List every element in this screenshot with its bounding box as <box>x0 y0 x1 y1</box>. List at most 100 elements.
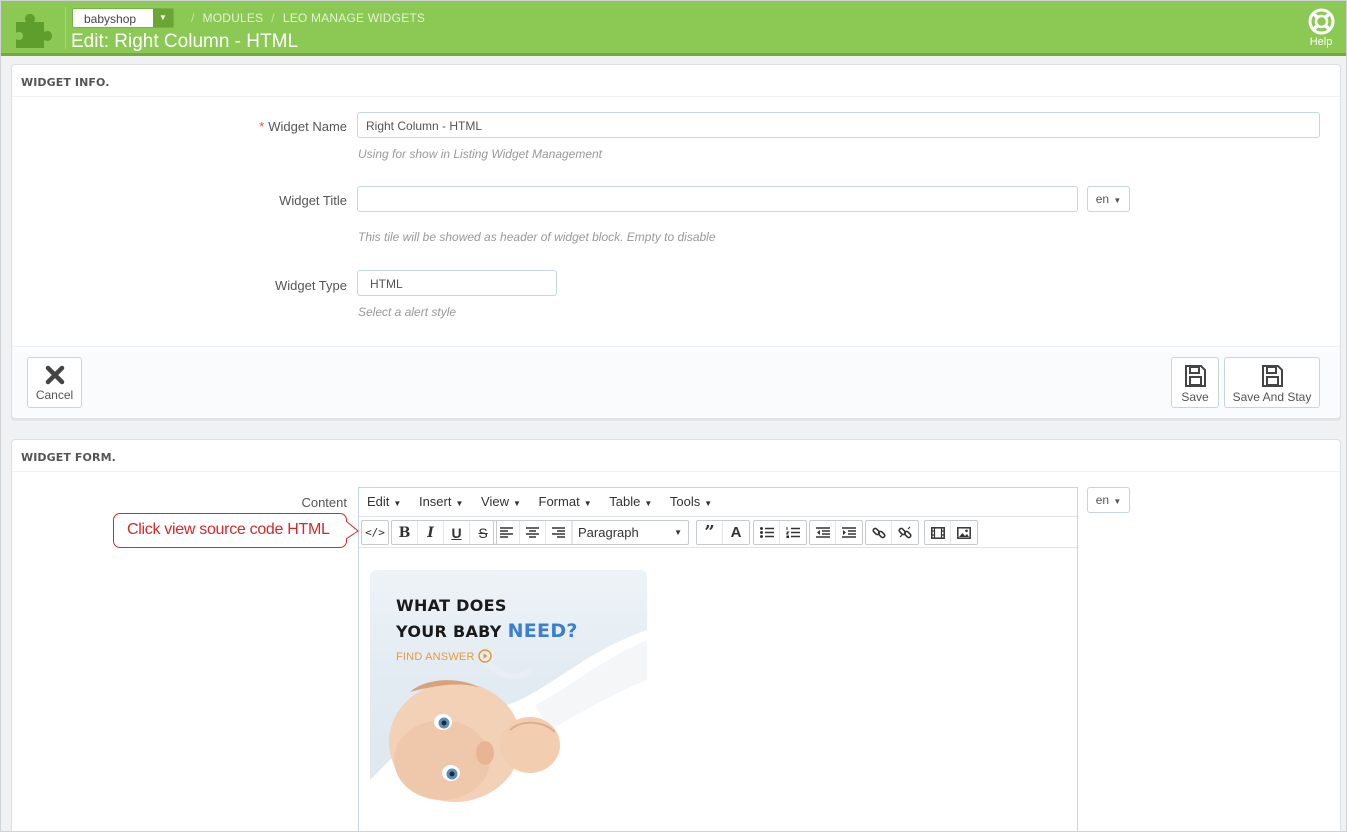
caret-down-icon: ▼ <box>704 499 713 508</box>
save-and-stay-button[interactable]: Save And Stay <box>1224 357 1320 408</box>
align-left-button[interactable] <box>494 521 520 544</box>
insert-video-button[interactable] <box>925 521 951 544</box>
text-style-group: B I U S <box>391 520 497 545</box>
content-language-value: en <box>1095 493 1110 507</box>
film-icon <box>930 526 945 539</box>
bold-icon: B <box>398 524 411 541</box>
format-select[interactable]: Paragraph ▼ <box>572 521 688 544</box>
menu-insert-label: Insert <box>418 494 452 509</box>
menu-table[interactable]: Table ▼ <box>609 488 652 518</box>
widget-info-heading: WIDGET INFO. <box>12 65 1340 97</box>
widget-type-field[interactable]: HTML <box>357 270 557 296</box>
shop-selector[interactable]: babyshop ▼ <box>72 8 174 28</box>
numbered-list-button[interactable] <box>780 521 806 544</box>
underline-button[interactable]: U <box>444 521 470 544</box>
lifebuoy-icon <box>1308 8 1334 35</box>
underline-icon: U <box>451 524 462 541</box>
banner-line-2-text: YOUR BABY <box>396 622 502 641</box>
header-divider <box>65 7 66 49</box>
breadcrumb: / MODULES / LEO MANAGE WIDGETS <box>183 11 425 25</box>
widget-name-label-text: Widget Name <box>268 119 347 134</box>
breadcrumb-leo-widgets[interactable]: LEO MANAGE WIDGETS <box>283 11 425 25</box>
save-button[interactable]: Save <box>1171 357 1219 408</box>
menu-tools[interactable]: Tools ▼ <box>670 488 712 518</box>
media-group <box>924 520 978 545</box>
widget-form-panel: WIDGET FORM. Content en ▼ Edit ▼ Insert ▼ … <box>11 439 1341 832</box>
menu-format-label: Format <box>538 494 580 509</box>
widget-title-help: This tile will be showed as header of wi… <box>358 230 716 244</box>
banner-link-text: FIND ANSWER <box>396 651 475 663</box>
remove-link-button[interactable] <box>892 521 918 544</box>
widget-name-input[interactable]: Right Column - HTML <box>357 112 1320 138</box>
close-icon <box>45 365 64 385</box>
banner-line-2: YOUR BABY NEED? <box>396 620 578 642</box>
widget-title-language-value: en <box>1095 192 1110 206</box>
align-right-button[interactable] <box>546 521 572 544</box>
widget-info-footer: Cancel Save Save And Stay <box>12 346 1340 418</box>
align-right-icon <box>552 527 565 538</box>
outdent-button[interactable] <box>810 521 836 544</box>
link-group <box>865 520 919 545</box>
floppy-disk-icon <box>1262 365 1283 387</box>
bold-button[interactable]: B <box>392 521 418 544</box>
numbered-list-icon <box>786 527 800 538</box>
breadcrumb-modules[interactable]: MODULES <box>203 11 264 25</box>
page-title: Edit: Right Column - HTML <box>71 31 299 52</box>
cancel-label: Cancel <box>35 388 74 402</box>
code-icon: </> <box>365 526 385 539</box>
menu-view[interactable]: View ▼ <box>481 488 521 518</box>
menu-edit-label: Edit <box>367 494 390 509</box>
required-asterisk: * <box>259 119 265 134</box>
strikethrough-icon: S <box>478 524 488 541</box>
insert-link-button[interactable] <box>866 521 892 544</box>
image-icon <box>957 526 971 539</box>
banner-highlight: NEED? <box>507 620 578 642</box>
align-center-button[interactable] <box>520 521 546 544</box>
widget-type-help: Select a alert style <box>358 305 457 319</box>
widget-title-language-button[interactable]: en ▼ <box>1087 186 1130 212</box>
top-header: babyshop ▼ / MODULES / LEO MANAGE WIDGETS E… <box>0 0 1347 56</box>
text-color-button[interactable]: A <box>723 521 749 544</box>
bullet-list-icon <box>759 527 774 538</box>
format-select-value: Paragraph <box>578 525 639 540</box>
banner-link[interactable]: FIND ANSWER <box>396 649 492 663</box>
menu-edit[interactable]: Edit ▼ <box>367 488 401 518</box>
italic-button[interactable]: I <box>418 521 444 544</box>
widget-name-label: * Widget Name <box>112 119 347 134</box>
puzzle-module-icon <box>16 14 52 48</box>
baby-banner-image[interactable]: WHAT DOES YOUR BABY NEED? FIND ANSWER <box>370 570 647 821</box>
menu-insert[interactable]: Insert ▼ <box>419 488 463 518</box>
banner-line-1: WHAT DOES <box>396 596 507 615</box>
widget-info-panel: WIDGET INFO. * Widget Name Right Column -… <box>11 64 1341 419</box>
caret-down-icon: ▼ <box>455 499 464 508</box>
blockquote-button[interactable]: ” <box>697 521 723 544</box>
list-group <box>753 520 807 545</box>
quote-group: ” A <box>696 520 750 545</box>
quote-icon: ” <box>704 522 715 543</box>
link-icon <box>871 527 886 538</box>
menu-view-label: View <box>481 494 509 509</box>
text-color-icon: A <box>730 524 742 541</box>
widget-name-help: Using for show in Listing Widget Managem… <box>358 147 603 161</box>
help-button[interactable]: Help <box>1306 8 1336 48</box>
align-left-icon <box>500 527 513 538</box>
widget-title-label: Widget Title <box>279 193 347 208</box>
cancel-button[interactable]: Cancel <box>27 357 82 408</box>
editor-menubar: Edit ▼ Insert ▼ View ▼ Format ▼ Table ▼ Tools… <box>359 488 1077 517</box>
bullet-list-button[interactable] <box>754 521 780 544</box>
caret-down-icon: ▼ <box>583 499 592 508</box>
editor-toolbar: </> B I U S Paragraph ▼ ” A <box>359 517 1077 548</box>
menu-table-label: Table <box>609 494 641 509</box>
indent-group <box>809 520 863 545</box>
save-and-stay-label: Save And Stay <box>1232 390 1312 404</box>
widget-title-input[interactable] <box>357 186 1078 212</box>
caret-down-icon: ▼ <box>644 499 653 508</box>
caret-down-icon: ▼ <box>1111 497 1122 506</box>
indent-button[interactable] <box>836 521 862 544</box>
breadcrumb-separator: / <box>191 11 195 25</box>
insert-image-button[interactable] <box>951 521 977 544</box>
breadcrumb-separator: / <box>271 11 275 25</box>
widget-type-label: Widget Type <box>274 278 347 293</box>
menu-format[interactable]: Format ▼ <box>539 488 592 518</box>
content-language-button[interactable]: en ▼ <box>1087 487 1130 513</box>
